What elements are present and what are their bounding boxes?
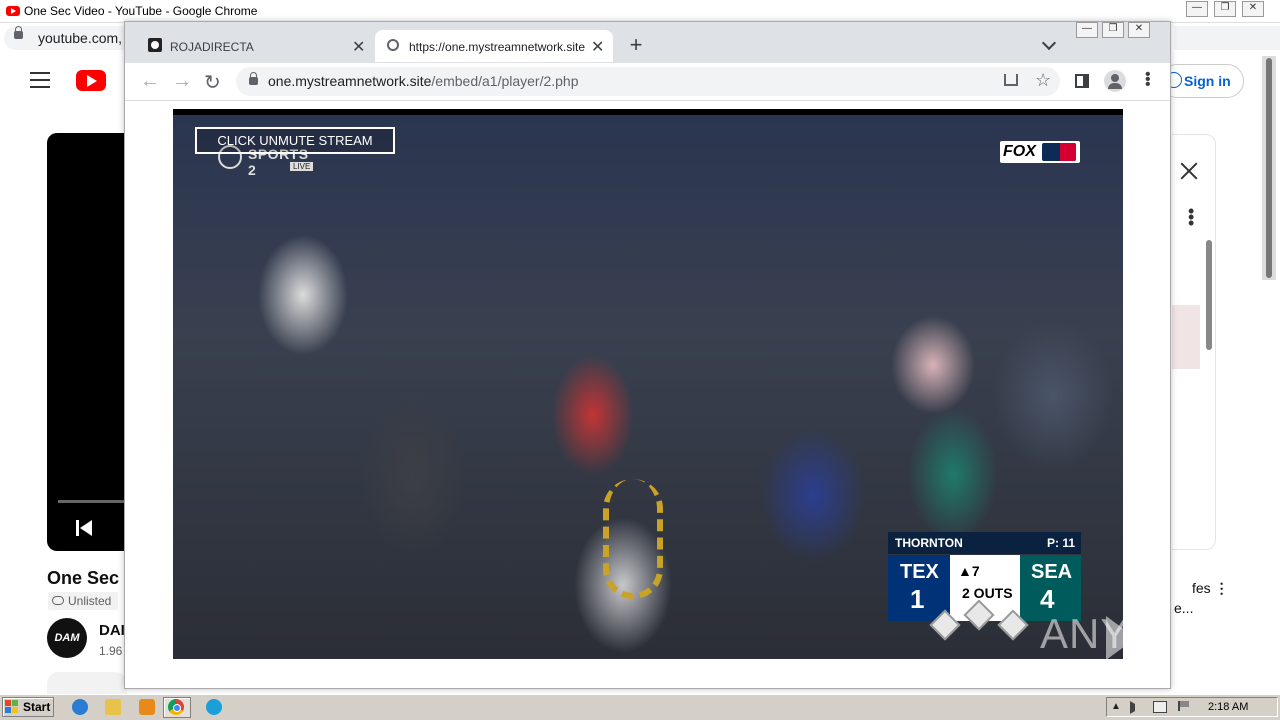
minimize-button[interactable]: — [1186,1,1208,17]
tab-rojadirecta[interactable]: ROJADIRECTA ✕ [138,30,374,62]
close-button[interactable]: ✕ [1128,22,1150,38]
base-runners-diamond [929,599,1040,641]
action-center-flag-icon[interactable] [1178,701,1190,711]
media-player-icon[interactable] [139,699,155,715]
background-toolbar-right [1174,26,1280,50]
taskbar [0,694,1280,720]
maximize-button[interactable]: ❐ [1102,22,1124,38]
away-team-score: 1 [910,584,925,614]
previous-video-icon[interactable] [76,520,94,536]
network-icon[interactable] [1153,701,1167,713]
globe-icon [387,39,399,51]
file-explorer-icon[interactable] [105,699,121,715]
background-window-controls: — ❐ ✕ [1186,1,1272,19]
site-favicon-icon [148,38,162,52]
background-url-text: youtube.com, [38,30,123,46]
outs-indicator: 2 OUTS [962,585,1013,601]
lock-icon [14,26,23,39]
watermark-play-icon [1106,616,1136,660]
minimize-button[interactable]: — [1076,22,1098,38]
youtube-favicon-icon [6,6,20,16]
tab-close-icon[interactable]: ✕ [352,37,365,57]
sign-in-label[interactable]: Sign in [1184,73,1231,89]
show-hidden-icons-icon[interactable]: ▲ [1111,701,1121,712]
edge-icon[interactable] [206,699,222,715]
youtube-progress-bar[interactable] [58,500,128,503]
youtube-action-pill[interactable] [47,672,127,694]
youtube-video-title: One Sec [47,568,120,588]
mlb-logo-icon [1042,143,1076,161]
side-panel-thumbnail [1172,305,1200,369]
reload-button[interactable]: ↻ [204,70,221,95]
bookmark-star-icon[interactable]: ☆ [1035,70,1051,91]
unmute-stream-button[interactable]: CLICK UNMUTE STREAM [195,127,395,154]
back-button[interactable]: ← [140,70,160,93]
new-tab-button[interactable]: + [624,32,648,58]
pitcher-name: THORNTON [895,536,963,550]
close-button[interactable]: ✕ [1242,1,1264,17]
tab-label: ROJADIRECTA [170,40,254,54]
forward-button[interactable]: → [172,70,192,93]
side-panel-scrollbar[interactable] [1206,240,1212,350]
close-icon[interactable] [1178,160,1200,182]
pitch-count: P: 11 [1047,536,1076,550]
chrome-icon[interactable] [168,699,184,715]
subscriber-count: 1.96 [99,644,123,658]
share-icon[interactable] [1004,74,1018,86]
volume-icon[interactable] [1130,701,1135,714]
live-badge: LIVE [290,162,314,171]
url-host: one.mystreamnetwork.site [268,73,432,89]
away-team-name: TEX [900,561,939,583]
anyrun-watermark: ANY RUN [1040,610,1236,657]
background-window-title: One Sec Video - YouTube - Google Chrome [24,4,258,18]
foreground-window-controls: — ❐ ✕ [1076,22,1150,38]
lock-icon[interactable] [249,72,258,85]
tab-label: https://one.mystreamnetwork.site/e [409,40,585,54]
fox-logo-text: FOX [1003,143,1036,160]
channel-avatar[interactable]: DAM [47,618,87,658]
windows-logo-icon [5,700,18,713]
tab-close-icon[interactable]: ✕ [591,37,604,57]
link-icon [52,596,64,605]
channel-name[interactable]: DAI [99,622,125,639]
home-team-name: SEA [1031,561,1073,583]
inning-indicator: ▲7 [958,563,980,579]
gold-chain-shape [603,479,663,599]
tab-active-stream[interactable]: https://one.mystreamnetwork.site/e ✕ [375,30,613,62]
url-text[interactable]: one.mystreamnetwork.site/embed/a1/player… [268,73,579,89]
taskbar-clock[interactable]: 2:18 AM [1208,701,1248,713]
side-panel-icon[interactable] [1075,74,1089,88]
chrome-menu-icon[interactable]: • • • [1145,67,1151,93]
maximize-button[interactable]: ❐ [1214,1,1236,17]
profile-icon[interactable] [1104,70,1126,92]
side-text-line1: fes [1192,580,1211,596]
page-scrollbar-thumb[interactable] [1266,58,1272,278]
url-path: /embed/a1/player/2.php [431,73,579,89]
more-options-icon[interactable]: • • • [1188,202,1194,232]
internet-explorer-icon[interactable] [72,699,88,715]
youtube-logo-icon[interactable] [76,70,106,91]
hamburger-menu-icon[interactable] [30,72,50,88]
